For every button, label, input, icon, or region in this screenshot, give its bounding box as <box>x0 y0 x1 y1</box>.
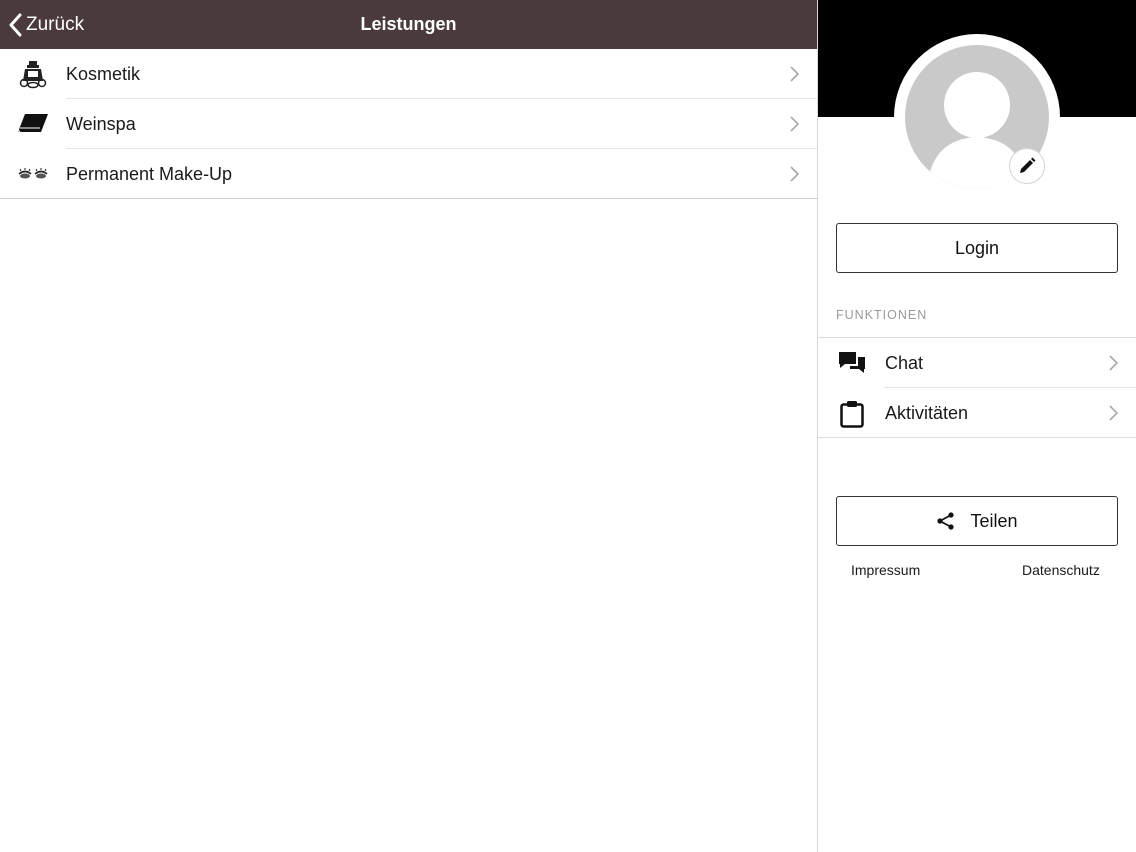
eyelashes-icon <box>16 159 50 189</box>
page-title: Leistungen <box>360 14 457 34</box>
chevron-left-icon <box>9 13 22 36</box>
function-label: Chat <box>885 353 924 373</box>
edit-avatar-button[interactable] <box>1009 148 1045 184</box>
services-pane: Zurück Leistungen Kosmetik Weinspa Perma… <box>0 0 817 852</box>
services-list: Kosmetik Weinspa Permanent Make-Up <box>0 49 817 199</box>
share-label: Teilen <box>970 510 1018 531</box>
chevron-right-icon <box>790 166 799 182</box>
impressum-link[interactable]: Impressum <box>851 562 920 578</box>
back-label: Zurück <box>26 13 85 35</box>
function-label: Aktivitäten <box>885 403 969 423</box>
navigation-bar: Zurück Leistungen <box>0 0 817 49</box>
list-bottom-divider <box>0 198 817 199</box>
back-button[interactable]: Zurück <box>8 0 84 49</box>
chevron-right-icon <box>1109 405 1118 421</box>
chevron-right-icon <box>1109 355 1118 371</box>
service-item-permanent-make-up[interactable]: Permanent Make-Up <box>0 149 817 199</box>
share-icon <box>937 512 955 530</box>
datenschutz-link[interactable]: Datenschutz <box>1022 562 1100 578</box>
service-item-weinspa[interactable]: Weinspa <box>0 99 817 149</box>
function-item-aktivitaeten[interactable]: Aktivitäten <box>818 388 1136 438</box>
share-button[interactable]: Teilen <box>836 496 1118 546</box>
login-button[interactable]: Login <box>836 223 1118 273</box>
chevron-right-icon <box>790 116 799 132</box>
list-bottom-divider <box>818 437 1136 438</box>
sidebar-panel: Login FUNKTIONEN Chat Aktivitäten Teilen… <box>818 0 1136 852</box>
chevron-right-icon <box>790 66 799 82</box>
service-label: Permanent Make-Up <box>66 163 233 184</box>
clipboard-icon <box>840 401 864 428</box>
chat-bubbles-icon <box>839 352 865 373</box>
service-label: Weinspa <box>66 113 136 134</box>
function-item-chat[interactable]: Chat <box>818 338 1136 388</box>
section-label-functions: FUNKTIONEN <box>836 308 928 322</box>
service-label: Kosmetik <box>66 63 141 84</box>
service-item-kosmetik[interactable]: Kosmetik <box>0 49 817 99</box>
functions-list: Chat Aktivitäten <box>818 337 1136 438</box>
cosmetics-bottle-icon <box>16 59 50 89</box>
pencil-icon <box>1020 157 1036 173</box>
towel-icon <box>16 109 50 139</box>
